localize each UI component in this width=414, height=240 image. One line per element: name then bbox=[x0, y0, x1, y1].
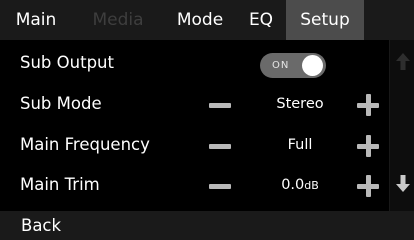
main-trim-value: 0.0dB bbox=[255, 165, 345, 205]
sub-mode-decrease-button[interactable] bbox=[209, 103, 231, 108]
tab-main[interactable]: Main bbox=[0, 0, 72, 40]
sub-output-toggle[interactable]: ON bbox=[260, 53, 326, 78]
toggle-knob bbox=[302, 55, 323, 76]
sub-mode-row: Sub Mode Stereo bbox=[0, 84, 389, 124]
footer-bar: Back bbox=[0, 211, 414, 240]
main-frequency-value: Full bbox=[287, 137, 313, 153]
back-button[interactable]: Back bbox=[0, 211, 90, 240]
main-frequency-decrease-button[interactable] bbox=[209, 144, 231, 149]
sub-mode-label: Sub Mode bbox=[20, 94, 102, 113]
tab-mode[interactable]: Mode bbox=[164, 0, 236, 40]
main-frequency-increase-button[interactable] bbox=[357, 135, 379, 157]
tab-bar: Main Media Mode EQ Setup bbox=[0, 0, 414, 40]
main-trim-unit: dB bbox=[304, 179, 319, 192]
sub-output-label: Sub Output bbox=[20, 53, 114, 72]
main-trim-number: 0.0 bbox=[281, 177, 305, 193]
main-trim-label: Main Trim bbox=[20, 175, 100, 194]
settings-panel: Sub Output Sub Mode Stereo Main Frequenc… bbox=[0, 40, 389, 211]
arrow-up-icon[interactable] bbox=[394, 51, 412, 71]
sub-mode-increase-button[interactable] bbox=[357, 94, 379, 116]
sub-output-row: Sub Output bbox=[0, 43, 389, 83]
main-trim-increase-button[interactable] bbox=[357, 175, 379, 197]
tab-media: Media bbox=[92, 10, 144, 30]
main-trim-decrease-button[interactable] bbox=[209, 184, 231, 189]
tab-setup[interactable]: Setup bbox=[286, 0, 364, 40]
sub-mode-value: Stereo bbox=[276, 96, 324, 112]
scroll-bar bbox=[389, 40, 414, 211]
tab-eq[interactable]: EQ bbox=[236, 0, 286, 40]
toggle-state-label: ON bbox=[272, 60, 290, 71]
main-frequency-label: Main Frequency bbox=[20, 135, 150, 154]
arrow-down-icon[interactable] bbox=[394, 173, 412, 193]
main-frequency-row: Main Frequency Full bbox=[0, 125, 389, 165]
main-trim-row: Main Trim 0.0dB bbox=[0, 165, 389, 205]
